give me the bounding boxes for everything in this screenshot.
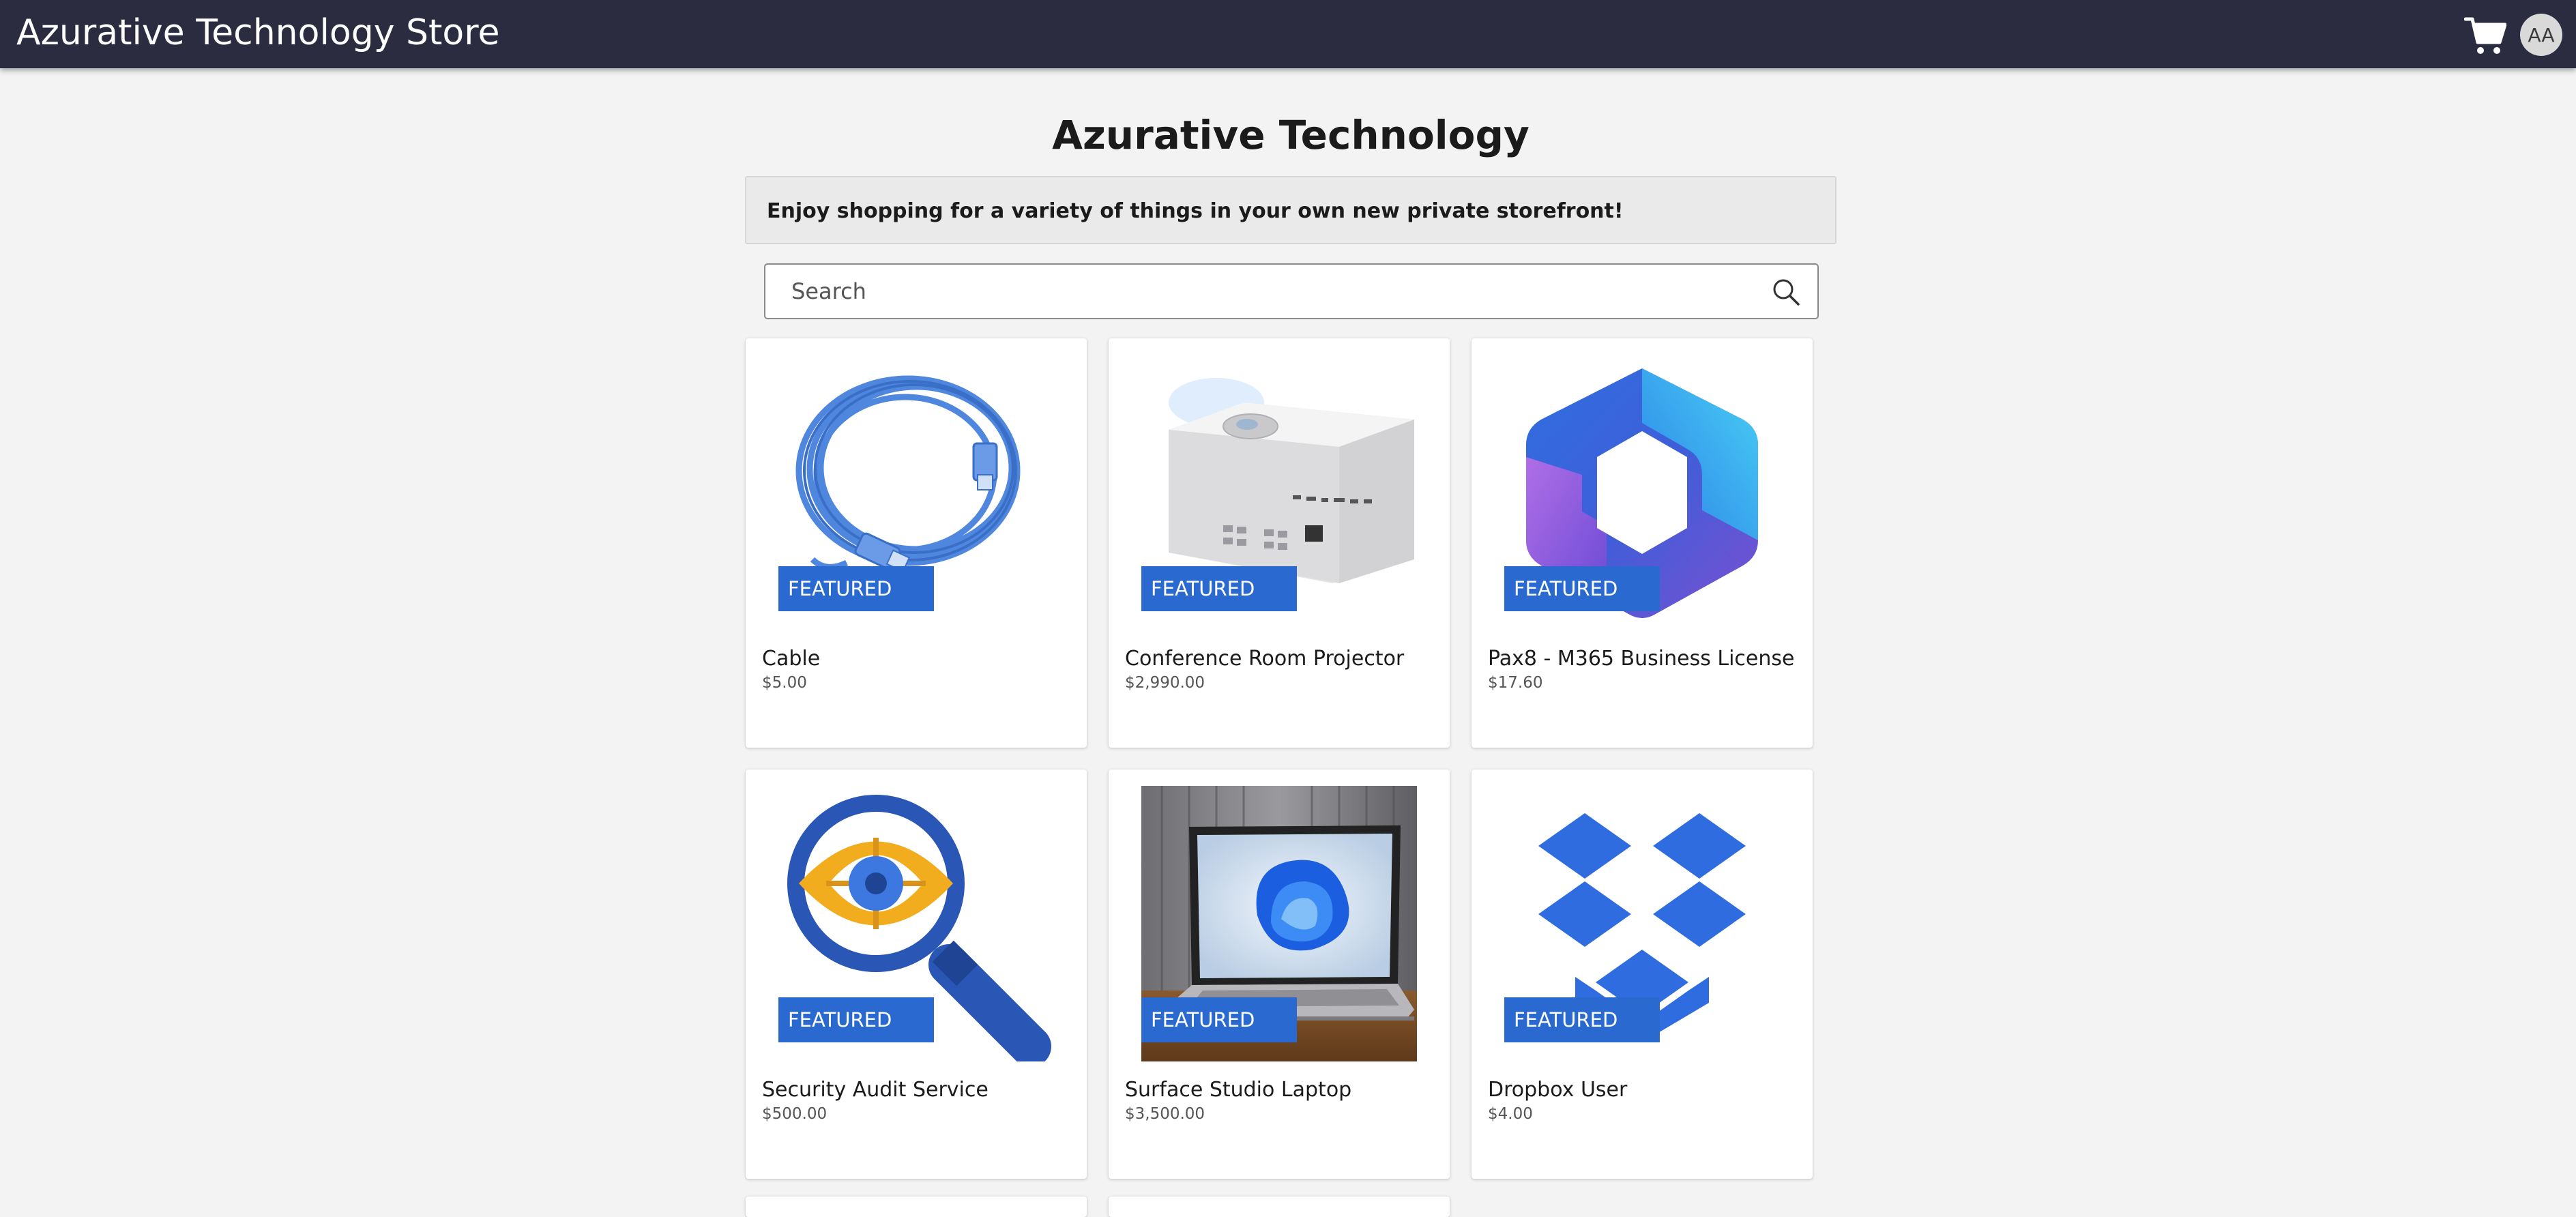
- product-card-partial[interactable]: [1109, 1197, 1450, 1217]
- product-price: $17.60: [1488, 674, 1543, 692]
- product-card-dropbox-user[interactable]: FEATURED Dropbox User $4.00: [1472, 769, 1813, 1179]
- top-app-bar: Azurative Technology Store AA: [0, 0, 2576, 68]
- product-name: Security Audit Service: [762, 1078, 989, 1102]
- search-box: [764, 263, 1819, 319]
- store-title: Azurative Technology: [1052, 112, 1530, 158]
- user-avatar[interactable]: AA: [2520, 14, 2562, 56]
- product-price: $4.00: [1488, 1105, 1533, 1123]
- product-card-projector[interactable]: FEATURED Conference Room Projector $2,99…: [1109, 338, 1450, 748]
- product-name: Conference Room Projector: [1125, 647, 1405, 671]
- product-name: Pax8 - M365 Business License: [1488, 647, 1795, 671]
- welcome-banner: Enjoy shopping for a variety of things i…: [745, 176, 1836, 244]
- shopping-cart-icon[interactable]: [2464, 15, 2506, 56]
- product-card-m365-license[interactable]: FEATURED Pax8 - M365 Business License $1…: [1472, 338, 1813, 748]
- product-card-cable[interactable]: FEATURED Cable $5.00: [746, 338, 1087, 748]
- product-price: $500.00: [762, 1105, 828, 1123]
- banner-text: Enjoy shopping for a variety of things i…: [767, 199, 1624, 223]
- product-card-security-audit[interactable]: FEATURED Security Audit Service $500.00: [746, 769, 1087, 1179]
- product-name: Surface Studio Laptop: [1125, 1078, 1352, 1102]
- product-price: $2,990.00: [1125, 674, 1205, 692]
- featured-badge: FEATURED: [1141, 566, 1297, 611]
- product-card-surface-laptop[interactable]: FEATURED Surface Studio Laptop $3,500.00: [1109, 769, 1450, 1179]
- search-input[interactable]: [767, 266, 1749, 317]
- product-name: Cable: [762, 647, 821, 671]
- product-name: Dropbox User: [1488, 1078, 1628, 1102]
- app-title[interactable]: Azurative Technology Store: [16, 12, 499, 53]
- search-icon[interactable]: [1771, 277, 1801, 307]
- featured-badge: FEATURED: [1141, 997, 1297, 1042]
- featured-badge: FEATURED: [778, 997, 934, 1042]
- product-card-partial[interactable]: [746, 1197, 1087, 1217]
- featured-badge: FEATURED: [1504, 997, 1660, 1042]
- product-price: $5.00: [762, 674, 807, 692]
- featured-badge: FEATURED: [778, 566, 934, 611]
- featured-badge: FEATURED: [1504, 566, 1660, 611]
- product-price: $3,500.00: [1125, 1105, 1205, 1123]
